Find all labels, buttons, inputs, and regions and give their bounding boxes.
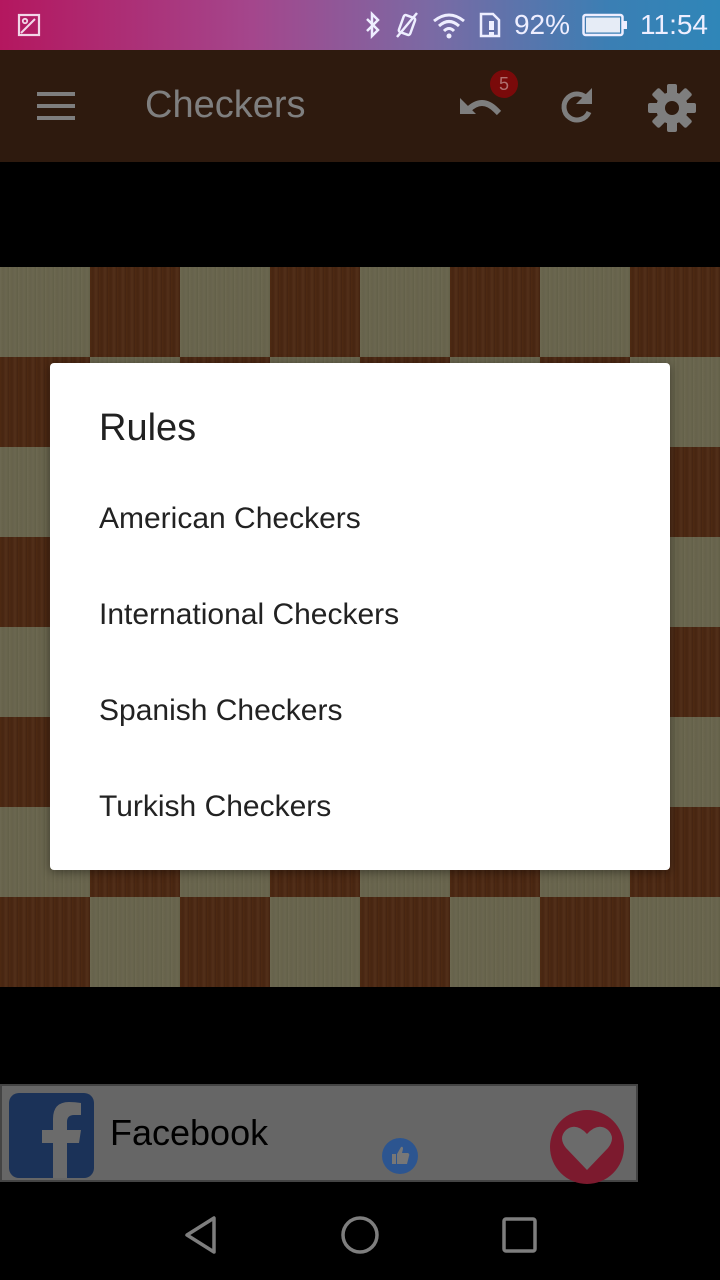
rule-option-international[interactable]: International Checkers xyxy=(50,568,670,664)
rule-option-label: International Checkers xyxy=(99,598,400,631)
facebook-logo-icon xyxy=(9,1093,94,1178)
board-square[interactable] xyxy=(630,267,720,357)
rule-option-american[interactable]: American Checkers xyxy=(50,472,670,568)
rule-option-label: Turkish Checkers xyxy=(99,790,332,823)
rule-option-label: Spanish Checkers xyxy=(99,694,343,727)
board-square[interactable] xyxy=(360,267,450,357)
back-icon[interactable] xyxy=(175,1210,225,1260)
board-square[interactable] xyxy=(270,267,360,357)
board-square[interactable] xyxy=(540,267,630,357)
ad-banner[interactable]: Facebook xyxy=(0,1084,638,1184)
gear-icon[interactable] xyxy=(646,82,698,134)
image-icon xyxy=(17,13,41,37)
clock: 11:54 xyxy=(640,9,708,40)
bluetooth-icon xyxy=(366,11,380,39)
board-square[interactable] xyxy=(540,897,630,987)
board-square[interactable] xyxy=(180,897,270,987)
app-bar: Checkers 5 xyxy=(0,50,720,162)
board-square[interactable] xyxy=(450,267,540,357)
menu-icon[interactable] xyxy=(32,88,80,124)
board-square[interactable] xyxy=(630,897,720,987)
vibrate-off-icon xyxy=(395,12,418,38)
rule-option-label: American Checkers xyxy=(99,502,361,535)
refresh-icon[interactable] xyxy=(552,82,600,130)
battery-percent: 92% xyxy=(513,9,570,40)
thumbs-up-icon xyxy=(382,1138,418,1174)
board-square[interactable] xyxy=(0,267,90,357)
board-square[interactable] xyxy=(90,897,180,987)
board-square[interactable] xyxy=(90,267,180,357)
ad-title: Facebook xyxy=(110,1112,269,1153)
board-square[interactable] xyxy=(360,897,450,987)
rule-option-spanish[interactable]: Spanish Checkers xyxy=(50,664,670,760)
rules-dialog: Rules American Checkers International Ch… xyxy=(50,363,670,870)
rule-option-turkish[interactable]: Turkish Checkers xyxy=(50,760,670,856)
navigation-bar xyxy=(0,1190,720,1280)
sim-alert-icon xyxy=(479,12,501,38)
home-icon[interactable] xyxy=(335,1210,385,1260)
board-square[interactable] xyxy=(270,897,360,987)
board-square[interactable] xyxy=(0,897,90,987)
battery-icon xyxy=(582,13,627,37)
undo-count-badge: 5 xyxy=(490,70,518,98)
app-title: Checkers xyxy=(145,84,306,126)
recents-icon[interactable] xyxy=(495,1210,545,1260)
heart-icon[interactable] xyxy=(550,1110,624,1184)
wifi-icon xyxy=(433,13,465,39)
board-square[interactable] xyxy=(450,897,540,987)
dialog-title: Rules xyxy=(99,407,197,449)
board-square[interactable] xyxy=(180,267,270,357)
status-bar: 92% 11:54 xyxy=(0,0,720,50)
